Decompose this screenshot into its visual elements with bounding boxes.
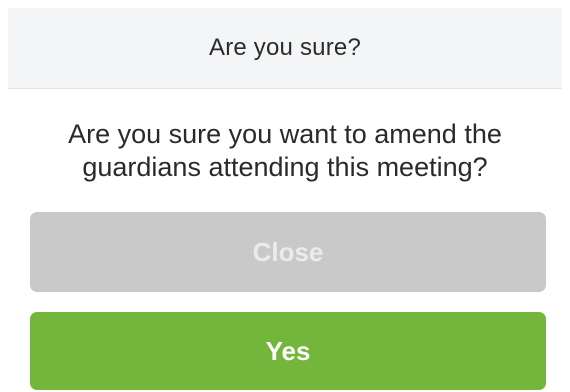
dialog-message: Are you sure you want to amend the guard… (68, 119, 502, 182)
confirm-dialog: Are you sure? Are you sure you want to a… (0, 0, 570, 392)
yes-button-label: Yes (265, 335, 311, 366)
dialog-title: Are you sure? (208, 34, 361, 61)
close-button[interactable]: Close (30, 212, 546, 292)
dialog-header: Are you sure? (8, 8, 562, 89)
yes-button[interactable]: Yes (30, 312, 546, 390)
close-button-label: Close (252, 236, 324, 267)
